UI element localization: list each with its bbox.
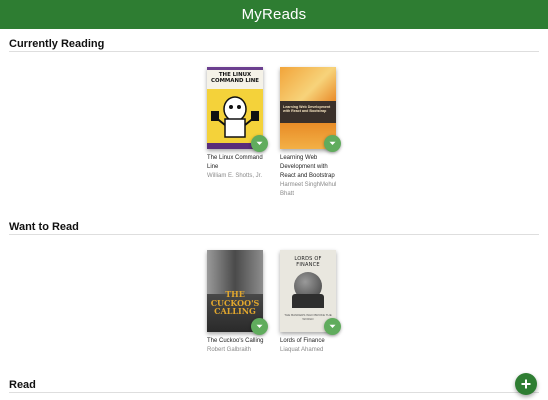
book-item: THE CUCKOO'S CALLING The Cuckoo's Callin… (207, 250, 277, 355)
add-book-button[interactable] (515, 373, 537, 395)
book-item: THE LINUX COMMAND LINE The Linux Command… (207, 67, 277, 181)
book-cover-text: LORDS OF FINANCE (294, 256, 322, 268)
book-title: The Linux Command Line (207, 155, 263, 170)
book-cover-text: Learning Web Development with React and … (283, 105, 331, 114)
book-item: LORDS OF FINANCE THE BANKERS WHO BROKE T… (280, 250, 350, 355)
app-title: MyReads (241, 6, 307, 23)
book-cover-text: THE CUCKOO'S CALLING (210, 289, 260, 316)
book-cover-subtext: THE BANKERS WHO BROKE THE WORLD (284, 313, 332, 321)
shelf-changer-button[interactable] (251, 135, 268, 152)
shelf-title-read: Read (9, 379, 36, 391)
shelf-title-currently-reading: Currently Reading (9, 38, 105, 50)
book-item: Learning Web Development with React and … (280, 67, 350, 199)
shelf-divider (9, 234, 539, 235)
book-authors: Liaquat Ahamed (280, 347, 324, 353)
shelf-divider (9, 392, 539, 393)
chevron-down-icon (256, 324, 263, 328)
book-authors: Harmeet SinghMehul Bhatt (280, 182, 337, 197)
book-cover-text: THE LINUX COMMAND LINE (211, 72, 259, 84)
book-title: Learning Web Development with React and … (280, 155, 335, 179)
book-authors: Robert Galbraith (207, 347, 252, 353)
book-authors: William E. Shotts, Jr. (207, 173, 263, 179)
chevron-down-icon (256, 141, 263, 145)
chevron-down-icon (329, 141, 336, 145)
book-title: Lords of Finance (280, 338, 325, 344)
book-title: The Cuckoo's Calling (207, 338, 264, 344)
shelf-title-want-to-read: Want to Read (9, 221, 79, 233)
shelf-changer-button[interactable] (324, 135, 341, 152)
shelf-divider (9, 51, 539, 52)
shelf-changer-button[interactable] (324, 318, 341, 335)
app-header: MyReads (0, 0, 548, 29)
chevron-down-icon (329, 324, 336, 328)
shelf-changer-button[interactable] (251, 318, 268, 335)
plus-icon (521, 379, 531, 389)
